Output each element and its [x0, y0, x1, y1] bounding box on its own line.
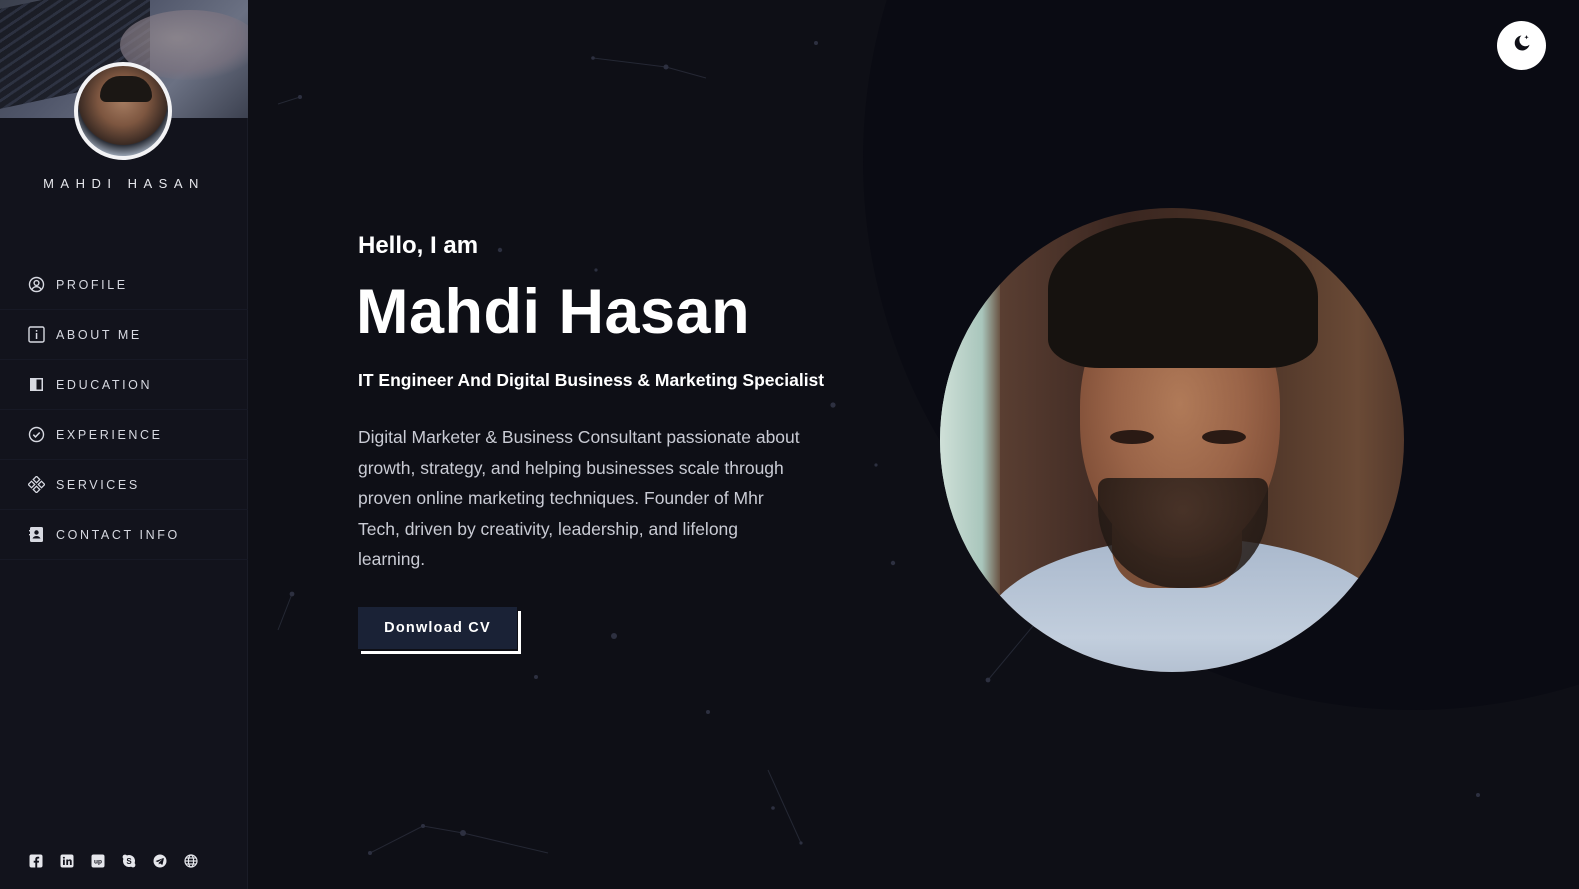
sidebar-item-profile[interactable]: PROFILE — [0, 260, 248, 310]
sidebar-nav: PROFILE ABOUT ME EDUCATION EXPERIENCE SE… — [0, 260, 248, 560]
user-circle-icon — [28, 276, 45, 293]
svg-text:S: S — [126, 857, 132, 866]
main-content: Hello, I am Mahdi Hasan IT Engineer And … — [248, 0, 1579, 889]
globe-icon[interactable] — [183, 853, 198, 868]
hero-bio: Digital Marketer & Business Consultant p… — [358, 427, 800, 569]
info-icon — [28, 326, 45, 343]
sidebar-item-label: ABOUT ME — [56, 327, 142, 342]
svg-text:up: up — [94, 858, 102, 865]
book-icon — [28, 376, 45, 393]
sidebar-item-services[interactable]: SERVICES — [0, 460, 248, 510]
hero-subtitle: IT Engineer And Digital Business & Marke… — [358, 370, 825, 390]
download-cv-button[interactable]: Donwload CV — [358, 607, 517, 649]
sidebar-item-label: EDUCATION — [56, 377, 153, 392]
sidebar-item-label: EXPERIENCE — [56, 427, 163, 442]
portfolio-page: MAHDI HASAN PROFILE ABOUT ME EDUCATION E… — [0, 0, 1579, 889]
sidebar-item-education[interactable]: EDUCATION — [0, 360, 248, 410]
social-links: up S — [28, 853, 198, 868]
sidebar-item-label: PROFILE — [56, 277, 128, 292]
avatar — [74, 62, 172, 160]
check-circle-icon — [28, 426, 45, 443]
hero-greeting: Hello, I am — [358, 232, 479, 259]
sidebar-item-label: SERVICES — [56, 477, 140, 492]
sidebar-item-experience[interactable]: EXPERIENCE — [0, 410, 248, 460]
hero-name: Mahdi Hasan — [356, 277, 751, 347]
theme-toggle-button[interactable] — [1497, 21, 1546, 70]
telegram-icon[interactable] — [152, 853, 167, 868]
hero-portrait — [940, 208, 1404, 672]
sidebar-item-about-me[interactable]: ABOUT ME — [0, 310, 248, 360]
upwork-icon[interactable]: up — [90, 853, 105, 868]
sidebar: MAHDI HASAN PROFILE ABOUT ME EDUCATION E… — [0, 0, 248, 889]
sidebar-item-label: CONTACT INFO — [56, 527, 180, 542]
contact-card-icon — [28, 526, 45, 543]
services-icon — [28, 476, 45, 493]
sidebar-profile-name: MAHDI HASAN — [43, 176, 205, 191]
moon-star-icon — [1511, 32, 1533, 59]
download-cv-wrapper: Donwload CV — [358, 607, 521, 654]
linkedin-icon[interactable] — [59, 853, 74, 868]
sidebar-item-contact-info[interactable]: CONTACT INFO — [0, 510, 248, 560]
facebook-icon[interactable] — [28, 853, 43, 868]
skype-icon[interactable]: S — [121, 853, 136, 868]
